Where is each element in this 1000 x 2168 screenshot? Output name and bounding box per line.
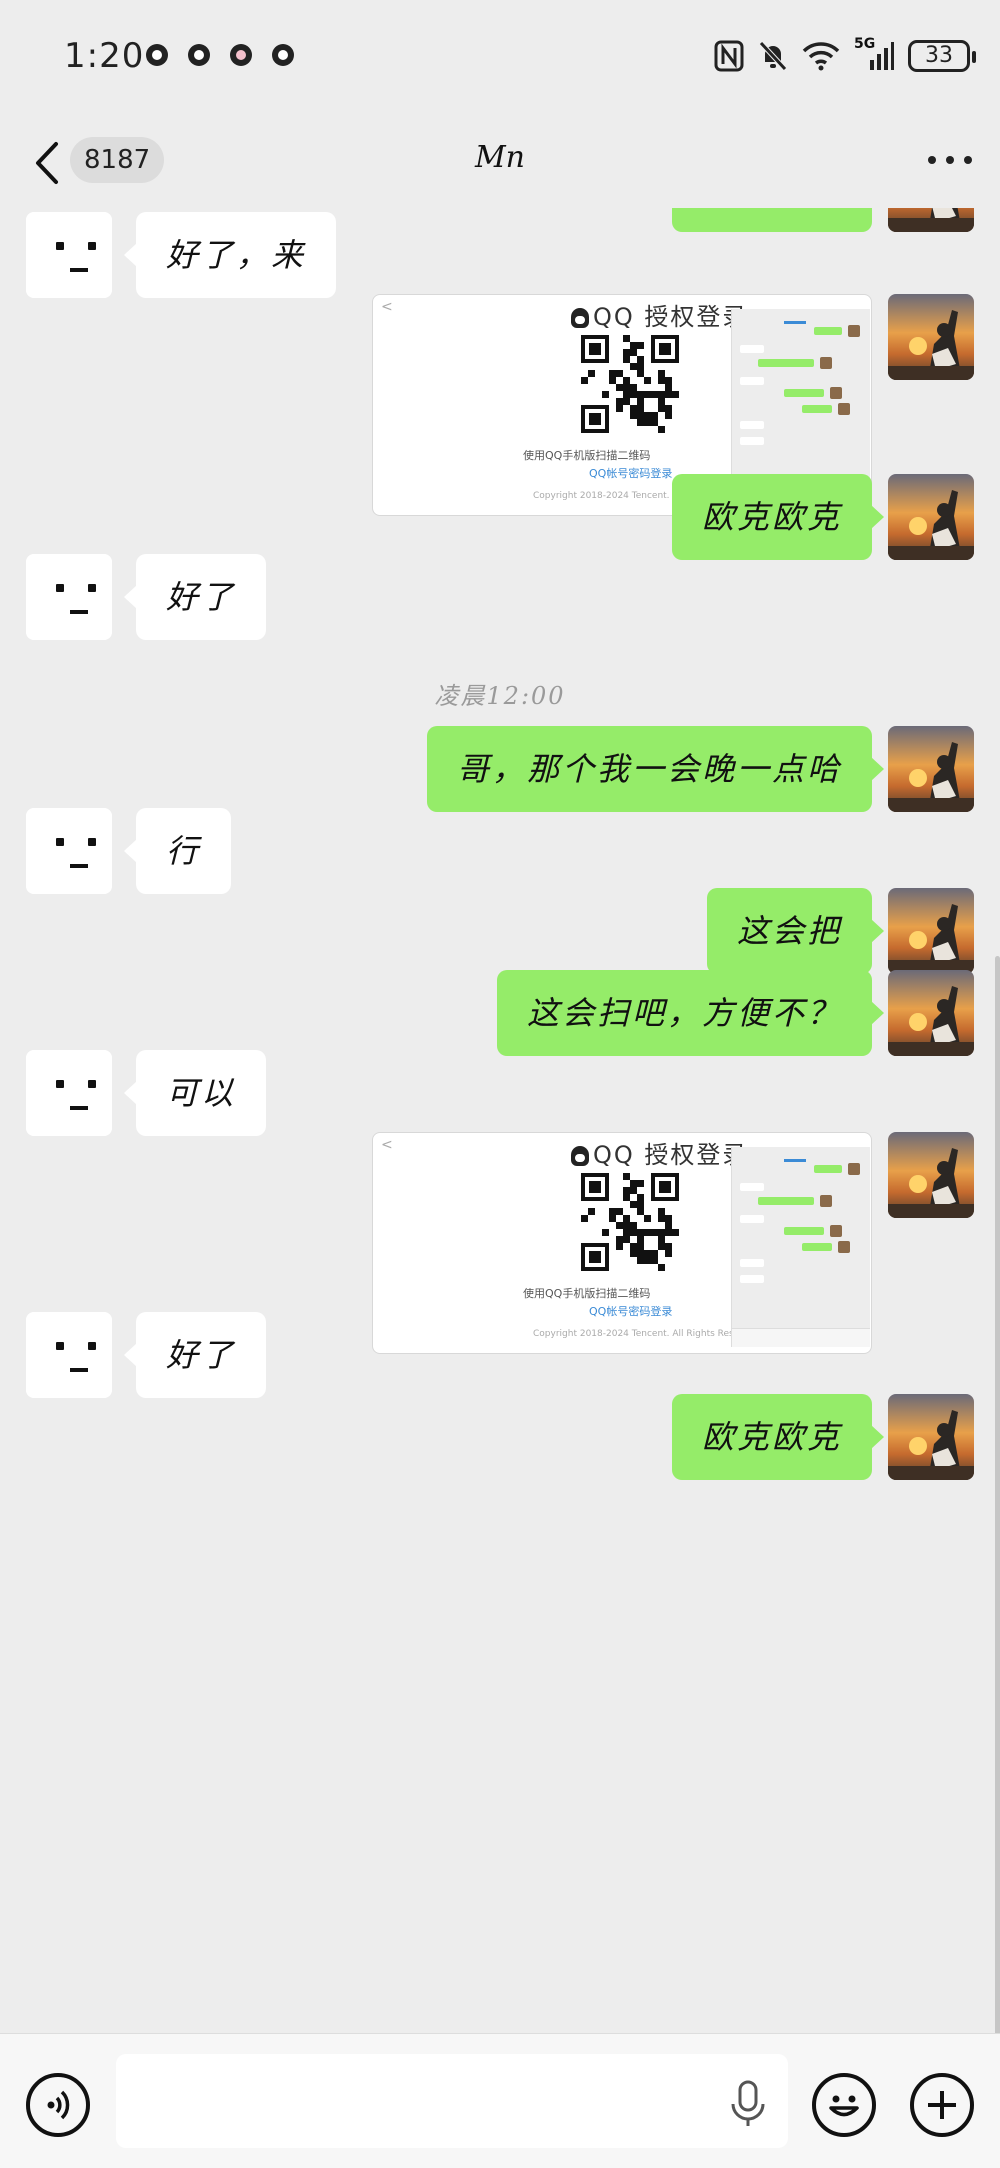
more-dots-icon [928,156,936,164]
mic-icon [731,2080,765,2126]
qq-penguin-icon [571,1146,589,1166]
incoming-message[interactable]: 可以 [123,1050,267,1136]
copyright-text: Copyright 2018-2024 Tencent. All Rights … [533,1329,763,1339]
scrollbar[interactable] [995,956,1000,2033]
mute-bell-icon [759,41,787,71]
image-message[interactable]: < QQ 授权登录使用QQ手机版扫描二维码 QQ帐号密码登录 Copyright 20… [372,1132,872,1354]
plus-button[interactable] [910,2073,974,2137]
notification-icon [146,44,168,66]
mic-button[interactable] [728,2076,768,2130]
incoming-message[interactable]: 好了 [123,554,267,640]
incoming-message[interactable]: 好了，来 [123,212,337,298]
timestamp: 凌晨12:00 [434,682,566,710]
qq-login-title: QQ 授权登录 [571,1135,748,1170]
qr-hint-text: 使用QQ手机版扫描二维码 [523,1287,651,1300]
avatar-self[interactable] [888,970,974,1056]
qr-code [581,335,679,433]
outgoing-message[interactable]: 哥，那个我一会晚一点哈 [426,726,885,812]
chevron-left-icon: < [381,299,393,315]
message-list[interactable]: 欧克欧克好了，来<QQ 授权登录使用QQ手机版扫描二维码QQ帐号密码登录Copy… [0,208,1000,2033]
notification-icon [230,44,252,66]
avatar-self[interactable] [888,1394,974,1480]
qq-penguin-icon [571,308,589,328]
message-input[interactable] [116,2054,788,2148]
outgoing-message[interactable]: 这会扫吧，方便不？ [496,970,885,1056]
avatar-friend[interactable] [26,554,112,640]
avatar-self[interactable] [888,208,974,232]
avatar-friend[interactable] [26,212,112,298]
chat-header: 8187 Mn [0,120,1000,210]
mini-chat-preview [731,1147,870,1347]
qq-login-title-text: QQ 授权登录 [593,1141,749,1169]
avatar-friend[interactable] [26,1312,112,1398]
qr-alt-login-link: QQ帐号密码登录 [589,1305,673,1318]
qr-code [581,1173,679,1271]
notification-icon [188,44,210,66]
incoming-message[interactable]: 行 [123,808,232,894]
outgoing-message[interactable]: 欧克欧克 [671,1394,885,1480]
qr-hint-text: 使用QQ手机版扫描二维码 [523,449,651,462]
qq-login-title-text: QQ 授权登录 [593,303,749,331]
input-bar [0,2033,1000,2168]
wifi-icon [802,42,840,71]
voice-button[interactable] [26,2073,90,2137]
emoji-icon [829,2095,859,2117]
avatar-friend[interactable] [26,808,112,894]
signal-icon: 5G [854,36,894,72]
qr-alt-login-link: QQ帐号密码登录 [589,467,673,480]
plus-icon [928,2091,956,2119]
system-icons: 5G 33 [714,36,976,76]
more-button[interactable] [928,156,972,170]
avatar-self[interactable] [888,474,974,560]
notification-icon [272,44,294,66]
outgoing-message[interactable]: 欧克欧克 [671,208,872,232]
avatar-self[interactable] [888,726,974,812]
incoming-message[interactable]: 好了 [123,1312,267,1398]
outgoing-message[interactable]: 欧克欧克 [671,474,885,560]
status-time: 1:20 [64,36,145,76]
avatar-friend[interactable] [26,1050,112,1136]
emoji-button[interactable] [812,2073,876,2137]
battery-icon: 33 [908,40,976,72]
qq-login-title: QQ 授权登录 [571,297,748,332]
outgoing-message[interactable]: 这会把 [706,888,885,974]
status-bar: 1:20 5G 33 [0,0,1000,120]
avatar-self[interactable] [888,888,974,974]
nfc-icon [714,40,744,72]
voice-icon [47,2090,70,2120]
avatar-self[interactable] [888,1132,974,1218]
avatar-self[interactable] [888,294,974,380]
chevron-left-icon: < [381,1137,393,1153]
chat-title: Mn [474,140,526,175]
